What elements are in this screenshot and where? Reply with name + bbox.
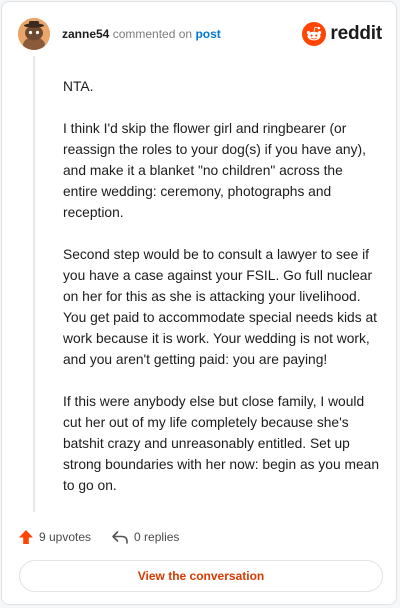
reply-arrow-icon: [112, 531, 128, 544]
comment-paragraph: NTA.: [63, 79, 94, 94]
reddit-wordmark: reddit: [330, 23, 382, 44]
upvote-button[interactable]: 9 upvotes: [18, 529, 91, 545]
comment-paragraph: If this were anybody else but close fami…: [63, 394, 379, 493]
comment-header: zanne54 commented on post reddit: [18, 16, 382, 52]
post-link[interactable]: post: [195, 27, 220, 41]
comment-card: zanne54 commented on post reddit NTA. I …: [1, 1, 397, 605]
reddit-logo-icon: [302, 22, 327, 46]
comment-paragraph: I think I'd skip the flower girl and rin…: [63, 121, 366, 220]
view-conversation-button[interactable]: View the conversation: [19, 560, 383, 592]
thread-line: [33, 56, 35, 512]
upvote-count: 9 upvotes: [39, 530, 92, 544]
comment-actions: 9 upvotes 0 replies: [18, 527, 179, 547]
comment-body: NTA. I think I'd skip the flower girl an…: [63, 76, 379, 517]
reddit-logo[interactable]: reddit: [302, 20, 382, 48]
commented-on-text: commented on: [112, 27, 193, 41]
comment-paragraph: Second step would be to consult a lawyer…: [63, 247, 377, 367]
reply-count: 0 replies: [134, 530, 180, 544]
upvote-arrow-icon: [19, 530, 33, 544]
reply-button[interactable]: 0 replies: [111, 529, 179, 545]
comment-meta: zanne54 commented on post: [62, 27, 221, 41]
username-link[interactable]: zanne54: [62, 27, 109, 41]
snoo-avatar-icon[interactable]: [18, 18, 50, 50]
